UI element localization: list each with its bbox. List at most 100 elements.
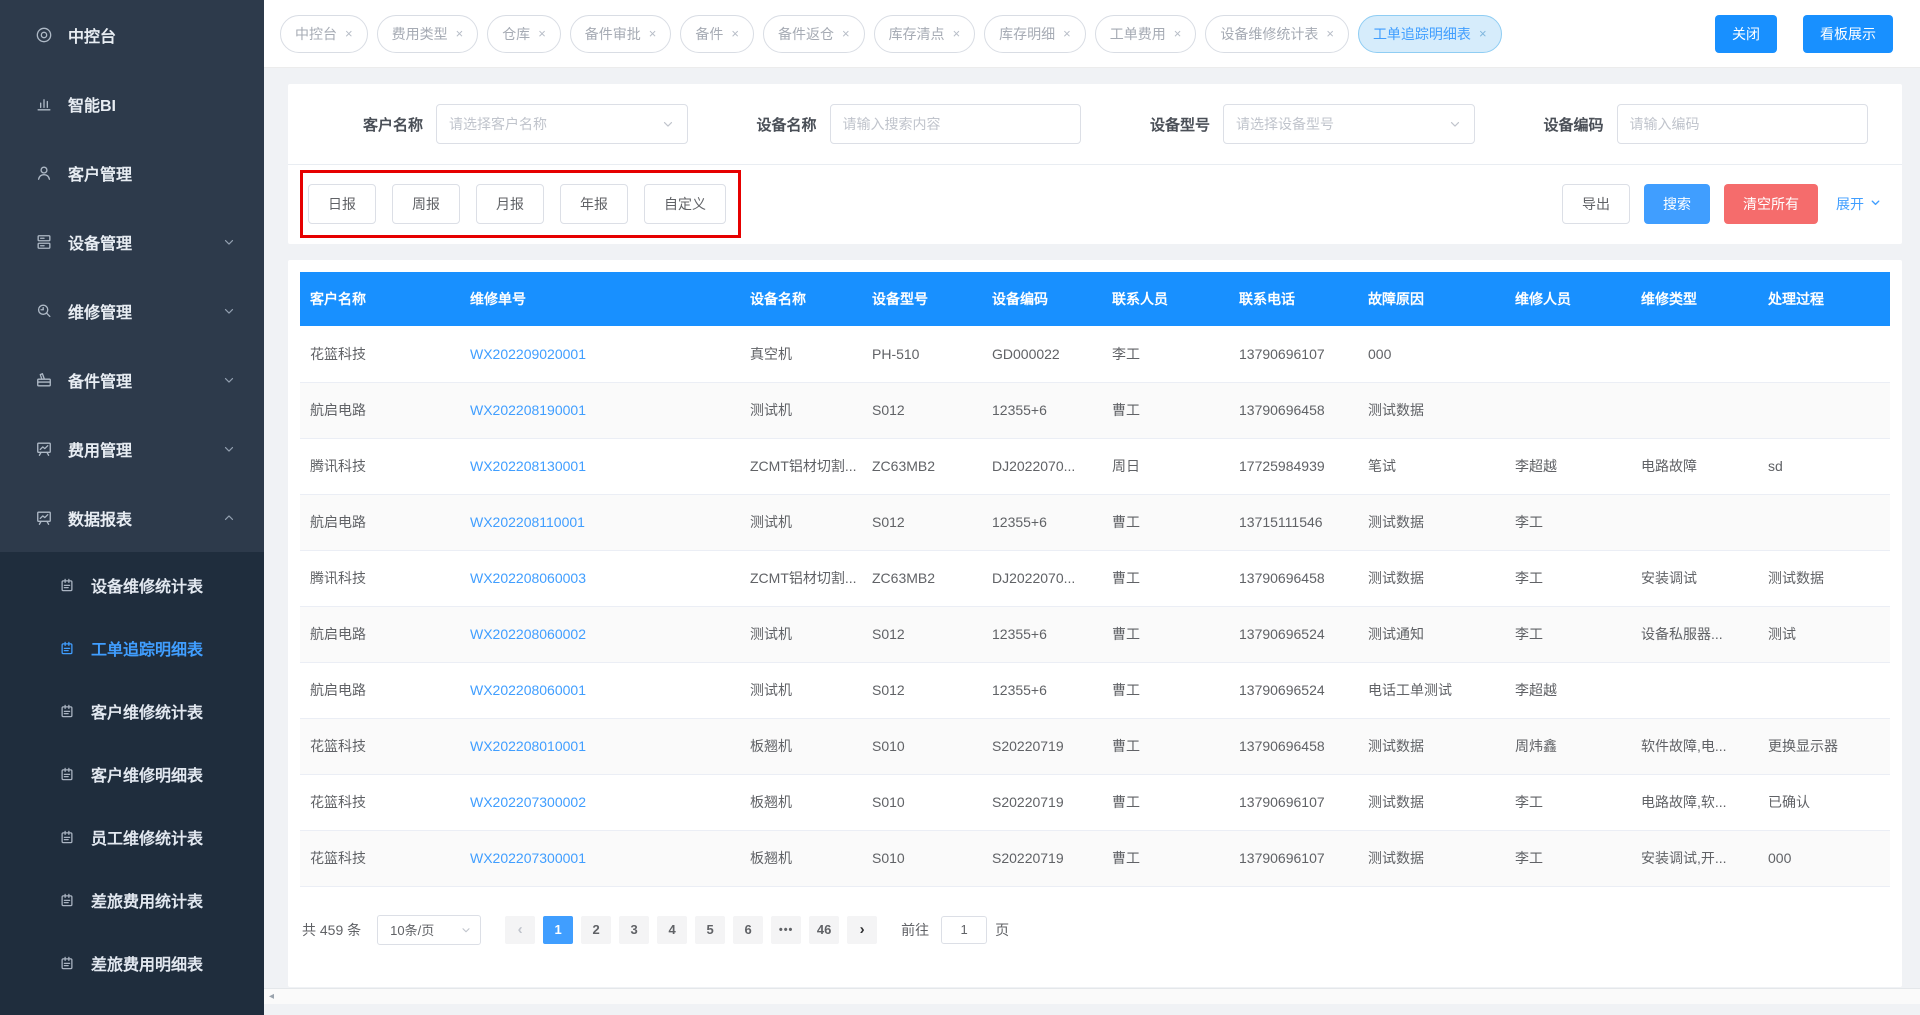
page-button-6[interactable]: 6 — [733, 916, 763, 944]
column-header: 维修单号 — [460, 272, 740, 326]
page-button-2[interactable]: 2 — [581, 916, 611, 944]
board-display-button[interactable]: 看板展示 — [1803, 15, 1893, 53]
export-button[interactable]: 导出 — [1562, 184, 1630, 224]
work-order-link[interactable]: WX202208010001 — [470, 738, 586, 754]
sidebar-subitem-travel-expense-detail[interactable]: 差旅费用明细表 — [0, 931, 264, 994]
sidebar-item-data-reports[interactable]: 数据报表 — [0, 483, 264, 552]
sidebar-item-smart-bi[interactable]: 智能BI — [0, 69, 264, 138]
sidebar-subitem-travel-expense-stats[interactable]: 差旅费用统计表 — [0, 868, 264, 931]
sidebar-subitem-work-order-tracking[interactable]: 工单追踪明细表 — [0, 616, 264, 679]
work-order-link[interactable]: WX202209020001 — [470, 346, 586, 362]
device-code-text-input[interactable] — [1630, 116, 1856, 132]
sidebar-subitem-customer-repair-stats[interactable]: 客户维修统计表 — [0, 679, 264, 742]
close-tab-icon[interactable]: × — [953, 26, 961, 41]
goto-page-input[interactable] — [941, 916, 987, 944]
pager-ellipsis[interactable]: ••• — [771, 916, 801, 944]
tab-chip-label: 中控台 — [295, 24, 337, 44]
table-cell — [1505, 326, 1631, 382]
tab-chip-parts-approval[interactable]: 备件审批× — [570, 15, 672, 53]
work-order-link[interactable]: WX202207300001 — [470, 850, 586, 866]
page-button-1[interactable]: 1 — [543, 916, 573, 944]
close-tab-icon[interactable]: × — [649, 26, 657, 41]
page-button-46[interactable]: 46 — [809, 916, 839, 944]
sidebar-subitem-employee-repair-stats[interactable]: 员工维修统计表 — [0, 805, 264, 868]
tab-chip-inventory-detail[interactable]: 库存明细× — [984, 15, 1086, 53]
report-button-group: 日报周报月报年报自定义 — [308, 184, 726, 224]
main-area: 中控台×费用类型×仓库×备件审批×备件×备件返仓×库存清点×库存明细×工单费用×… — [264, 0, 1920, 1015]
tab-chip-warehouse[interactable]: 仓库× — [487, 15, 561, 53]
tab-chip-parts[interactable]: 备件× — [680, 15, 754, 53]
table-cell: 13790696524 — [1229, 606, 1358, 662]
clear-all-button[interactable]: 清空所有 — [1724, 184, 1818, 224]
tab-chip-inventory-check[interactable]: 库存清点× — [874, 15, 976, 53]
sidebar-menu: 中控台智能BI客户管理设备管理维修管理备件管理费用管理数据报表 — [0, 0, 264, 552]
filter-label-device-code: 设备编码 — [1489, 114, 1617, 135]
monthly-report-button[interactable]: 月报 — [476, 184, 544, 224]
table-cell — [1631, 662, 1758, 718]
work-order-link[interactable]: WX202208130001 — [470, 458, 586, 474]
table-cell: 曹工 — [1102, 718, 1229, 774]
search-button[interactable]: 搜索 — [1644, 184, 1710, 224]
close-tab-icon[interactable]: × — [1174, 26, 1182, 41]
table-cell: 周炜鑫 — [1505, 718, 1631, 774]
table-cell: 测试数据 — [1758, 550, 1890, 606]
page-button-4[interactable]: 4 — [657, 916, 687, 944]
page-size-select[interactable]: 10条/页 — [377, 915, 481, 945]
device-name-text-input[interactable] — [843, 116, 1069, 132]
tab-chip-work-order-tracking[interactable]: 工单追踪明细表× — [1358, 15, 1502, 53]
daily-report-button[interactable]: 日报 — [308, 184, 376, 224]
tab-chip-console[interactable]: 中控台 × — [280, 15, 368, 53]
table-cell: S010 — [862, 774, 982, 830]
close-tab-icon[interactable]: × — [345, 26, 353, 41]
column-header: 客户名称 — [300, 272, 460, 326]
sidebar-item-parts-mgmt[interactable]: 备件管理 — [0, 345, 264, 414]
customer-name-select[interactable]: 请选择客户名称 — [436, 104, 688, 144]
chevron-down-icon — [460, 924, 472, 936]
work-order-link[interactable]: WX202208060001 — [470, 682, 586, 698]
table-row: 花篮科技WX202209020001真空机PH-510GD000022李工137… — [300, 326, 1890, 382]
sidebar-item-expense-mgmt[interactable]: 费用管理 — [0, 414, 264, 483]
close-tab-icon[interactable]: × — [456, 26, 464, 41]
work-order-link[interactable]: WX202208190001 — [470, 402, 586, 418]
tab-chip-parts-return[interactable]: 备件返仓× — [763, 15, 865, 53]
sidebar-item-console[interactable]: 中控台 — [0, 0, 264, 69]
horizontal-scrollbar[interactable]: ◂ — [264, 988, 1920, 1004]
table-cell: ZCMT铝材切割... — [740, 550, 862, 606]
close-tab-icon[interactable]: × — [1479, 26, 1487, 41]
sidebar-item-customer-mgmt[interactable]: 客户管理 — [0, 138, 264, 207]
tab-chip-device-repair-stats[interactable]: 设备维修统计表× — [1205, 15, 1349, 53]
table-cell: S012 — [862, 494, 982, 550]
work-order-link[interactable]: WX202208060003 — [470, 570, 586, 586]
tab-chip-expense-type[interactable]: 费用类型× — [377, 15, 479, 53]
filter-field-device-code: 设备编码 — [1489, 104, 1883, 144]
page-button-5[interactable]: 5 — [695, 916, 725, 944]
yearly-report-button[interactable]: 年报 — [560, 184, 628, 224]
custom-report-button[interactable]: 自定义 — [644, 184, 726, 224]
scroll-left-arrow[interactable]: ◂ — [269, 991, 274, 1002]
close-button[interactable]: 关闭 — [1715, 15, 1777, 53]
page-button-3[interactable]: 3 — [619, 916, 649, 944]
sidebar-item-device-mgmt[interactable]: 设备管理 — [0, 207, 264, 276]
work-order-link[interactable]: WX202207300002 — [470, 794, 586, 810]
device-code-input[interactable] — [1617, 104, 1869, 144]
sidebar-subitem-customer-repair-detail[interactable]: 客户维修明细表 — [0, 742, 264, 805]
tab-chip-work-order-expense[interactable]: 工单费用× — [1095, 15, 1197, 53]
close-tab-icon[interactable]: × — [538, 26, 546, 41]
expand-toggle[interactable]: 展开 — [1836, 194, 1882, 214]
device-name-input[interactable] — [830, 104, 1082, 144]
sidebar-item-repair-mgmt[interactable]: 维修管理 — [0, 276, 264, 345]
weekly-report-button[interactable]: 周报 — [392, 184, 460, 224]
close-tab-icon[interactable]: × — [1063, 26, 1071, 41]
sidebar-subitem-device-repair-stats[interactable]: 设备维修统计表 — [0, 553, 264, 616]
work-order-link[interactable]: WX202208110001 — [470, 514, 585, 530]
close-tab-icon[interactable]: × — [842, 26, 850, 41]
device-model-select[interactable]: 请选择设备型号 — [1223, 104, 1475, 144]
next-page-button[interactable]: › — [847, 916, 877, 944]
close-tab-icon[interactable]: × — [1326, 26, 1334, 41]
sidebar-item-label: 设备管理 — [68, 230, 132, 254]
bi-icon — [34, 94, 54, 114]
chevron-down-icon — [1448, 117, 1462, 131]
prev-page-button[interactable]: ‹ — [505, 916, 535, 944]
close-tab-icon[interactable]: × — [731, 26, 739, 41]
work-order-link[interactable]: WX202208060002 — [470, 626, 586, 642]
